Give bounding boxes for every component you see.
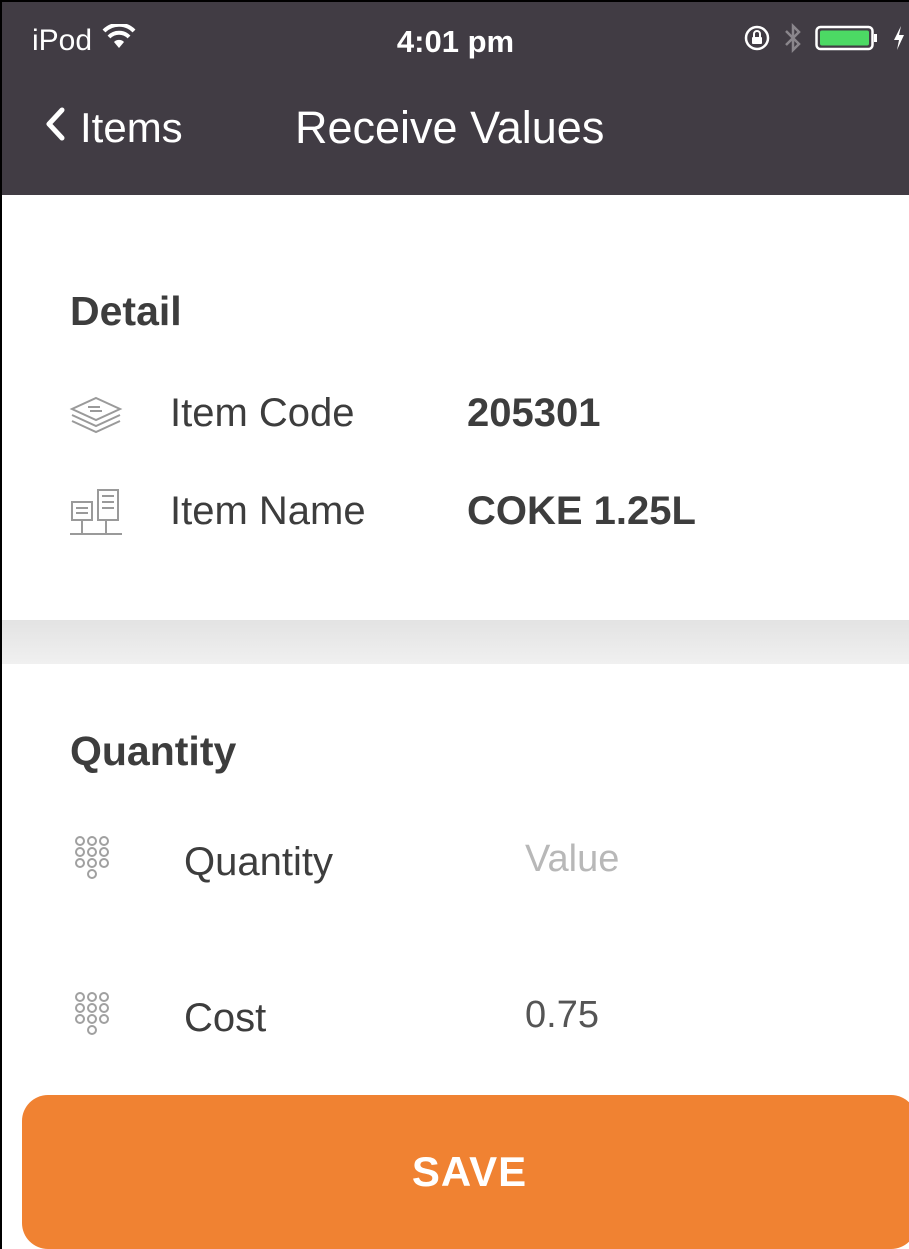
status-bar: iPod 4:01 pm [2,2,909,86]
save-button[interactable]: SAVE [22,1095,909,1249]
item-code-label: Item Code [170,391,355,435]
item-name-value: COKE 1.25L [467,489,696,533]
battery-icon [815,24,881,57]
item-name-label: Item Name [170,489,366,533]
cost-input[interactable]: 0.75 [525,994,599,1037]
chevron-left-icon [44,104,66,152]
status-right [743,22,905,59]
keypad-icon [74,991,110,1048]
charging-icon [893,25,905,56]
back-label: Items [80,104,183,151]
screen: iPod 4:01 pm Items Receive Values Detail… [0,0,909,1249]
page-title: Receive Values [295,102,605,153]
quantity-label: Quantity [184,840,333,884]
keypad-icon [74,835,110,892]
orientation-lock-icon [743,24,771,57]
app-header: iPod 4:01 pm Items Receive Values [2,2,909,195]
buildings-icon [68,486,124,543]
cost-label: Cost [184,996,267,1040]
stack-icon [68,394,124,441]
item-code-value: 205301 [467,391,601,435]
section-divider [2,620,909,664]
detail-heading: Detail [70,288,182,334]
quantity-input[interactable]: Value [525,838,619,881]
quantity-heading: Quantity [70,728,237,774]
back-button[interactable]: Items [44,104,183,152]
bluetooth-icon [783,22,803,59]
nav-bar: Items Receive Values [2,86,909,195]
